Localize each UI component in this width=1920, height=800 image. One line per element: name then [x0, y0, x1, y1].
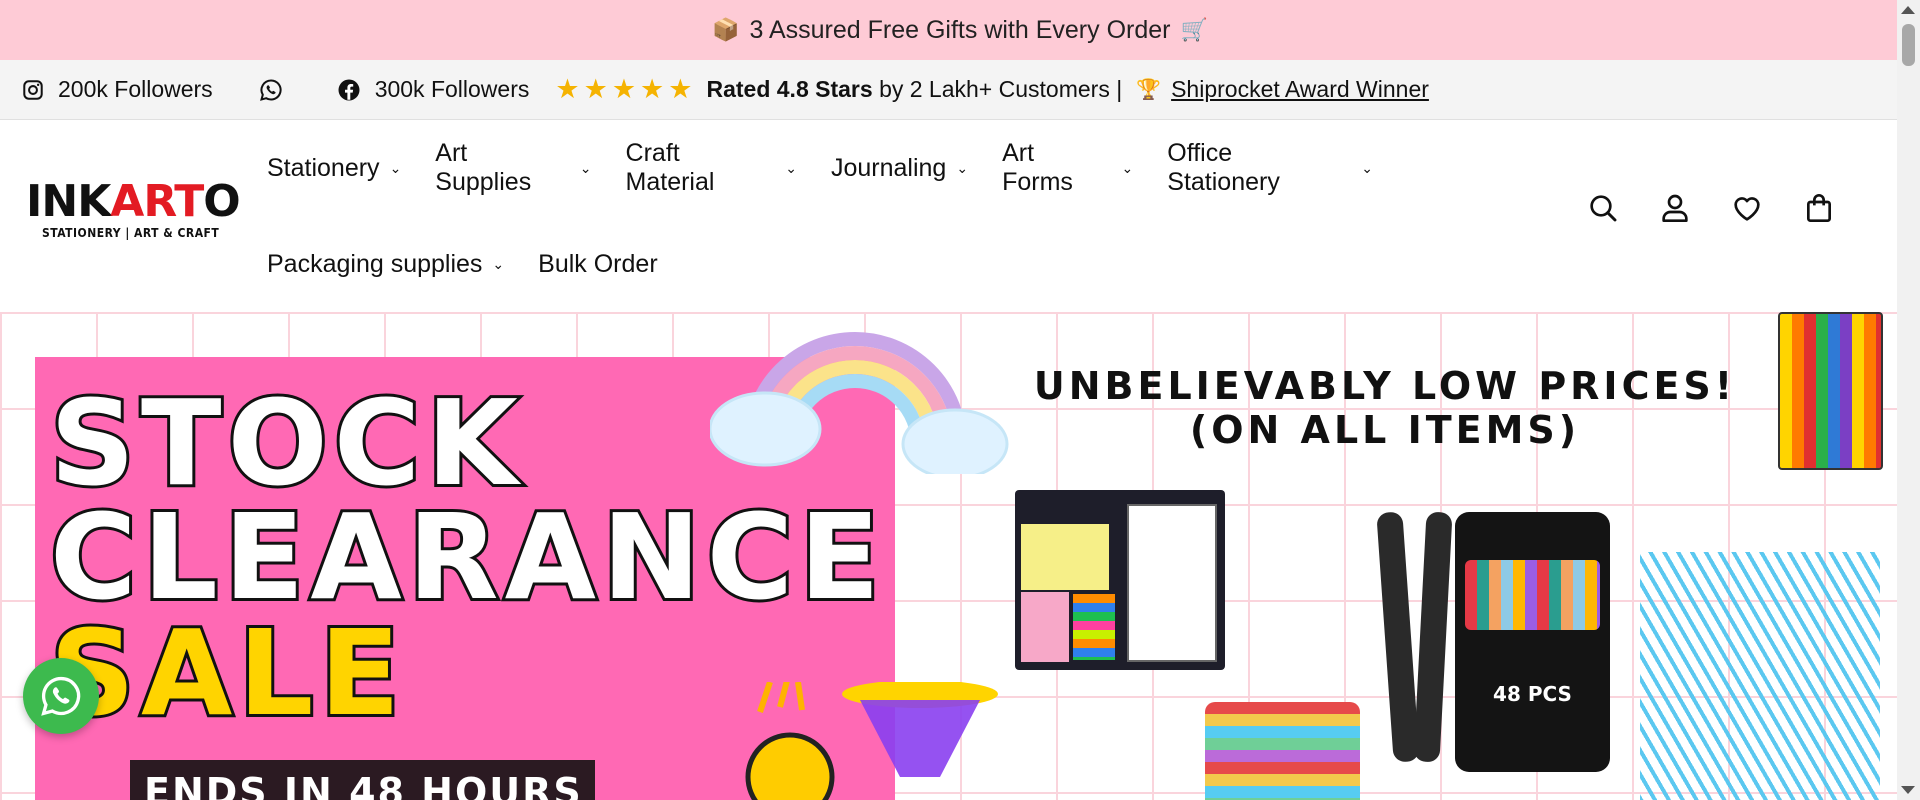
nav-item-stationery[interactable]: Stationery ⌄: [267, 154, 401, 183]
hero-title-line-3: SALE: [47, 601, 407, 745]
pipe-cleaner-image: [1640, 552, 1880, 800]
instagram-icon: [23, 79, 43, 100]
announcement-bar: 📦 3 Assured Free Gifts with Every Order …: [0, 0, 1920, 60]
marker-set-label: 48 PCS: [1493, 682, 1572, 706]
rating-bold: Rated 4.8 Stars: [706, 76, 873, 102]
hero-ends-banner: ENDS IN 48 HOURS: [130, 760, 595, 800]
marker-set-bag-image: 48 PCS: [1455, 512, 1610, 772]
announcement-text: 3 Assured Free Gifts with Every Order: [749, 15, 1171, 44]
nav-row-2: Packaging supplies ⌄ Bulk Order: [267, 216, 1407, 312]
whatsapp-icon: [41, 676, 81, 716]
whatsapp-icon: [259, 78, 282, 101]
nav-item-art-forms[interactable]: Art Forms ⌄: [1002, 139, 1133, 197]
instagram-link[interactable]: 200k Followers: [22, 76, 213, 103]
star-icon: ★: [583, 74, 608, 104]
hero-headline-line-1: UNBELIEVABLY LOW PRICES!: [1033, 364, 1737, 408]
scroll-down-arrow-icon[interactable]: [1901, 786, 1915, 794]
trophy-icon: 🏆: [1136, 79, 1162, 101]
watercolor-palette-image: [1778, 312, 1883, 470]
scroll-thumb[interactable]: [1902, 24, 1915, 66]
scroll-up-arrow-icon[interactable]: [1901, 6, 1915, 14]
facebook-link[interactable]: 300k Followers: [337, 76, 530, 103]
chevron-down-icon: ⌄: [579, 159, 592, 176]
nav-item-journaling[interactable]: Journaling ⌄: [831, 154, 968, 183]
facebook-followers: 300k Followers: [374, 76, 530, 102]
site-header: INKARTO STATIONERY | ART & CRAFT Station…: [0, 120, 1897, 312]
instagram-followers: 200k Followers: [58, 76, 213, 102]
hero-banner[interactable]: STOCK CLEARANCE SALE ENDS IN 48 HOURS UN…: [0, 312, 1897, 800]
star-icon: ★: [555, 74, 580, 104]
chevron-down-icon: ⌄: [785, 159, 797, 176]
rating-rest: by 2 Lakh+ Customers |: [879, 76, 1123, 102]
logo-wordmark: INKARTO: [26, 176, 241, 227]
search-icon[interactable]: [1587, 192, 1619, 224]
facebook-icon: [338, 79, 360, 100]
wishlist-heart-icon[interactable]: [1731, 192, 1763, 224]
whatsapp-link[interactable]: [259, 78, 297, 102]
marker-pen-image: [1413, 511, 1453, 763]
rating-text: Rated 4.8 Stars by 2 Lakh+ Customers |: [706, 76, 1122, 103]
washi-tape-image: [1205, 702, 1360, 800]
star-icon: ★: [611, 74, 637, 104]
cart-bag-icon[interactable]: [1803, 192, 1835, 224]
hero-headline-line-2: (ON ALL ITEMS): [1189, 408, 1581, 452]
logo[interactable]: INKARTO STATIONERY | ART & CRAFT: [26, 176, 241, 241]
chevron-down-icon: ⌄: [1361, 159, 1373, 176]
star-icon: ★: [640, 74, 665, 104]
social-bar: 200k Followers 300k Followers ★ ★ ★ ★ ★ …: [0, 60, 1897, 120]
whatsapp-chat-button[interactable]: [23, 658, 99, 734]
chevron-down-icon: ⌄: [492, 255, 505, 272]
marker-pen-image: [1376, 511, 1420, 763]
page-scrollbar[interactable]: [1897, 0, 1920, 800]
hero-headline: UNBELIEVABLY LOW PRICES! (ON ALL ITEMS): [1010, 364, 1760, 452]
chevron-down-icon: ⌄: [389, 159, 402, 176]
star-icon: ★: [668, 74, 693, 104]
nav-item-art-supplies[interactable]: Art Supplies ⌄: [435, 139, 591, 197]
package-emoji-icon: 📦: [712, 17, 740, 42]
cart-emoji-icon: 🛒: [1180, 17, 1208, 42]
nav-item-packaging-supplies[interactable]: Packaging supplies ⌄: [267, 250, 504, 279]
logo-tagline: STATIONERY | ART & CRAFT: [42, 226, 220, 240]
nav-item-craft-material[interactable]: Craft Material ⌄: [626, 139, 797, 197]
nav-row-1: Stationery ⌄ Art Supplies ⌄ Craft Material…: [267, 120, 1407, 216]
award-link[interactable]: Shiprocket Award Winner: [1171, 76, 1429, 103]
account-icon[interactable]: [1659, 192, 1691, 224]
rainbow-cloud-icon: [710, 332, 1009, 474]
chevron-down-icon: ⌄: [956, 159, 969, 176]
nav-item-bulk-order[interactable]: Bulk Order: [538, 250, 657, 279]
alarm-clock-hourglass-icon: [745, 682, 998, 800]
header-icons: [1547, 192, 1835, 224]
main-nav: Stationery ⌄ Art Supplies ⌄ Craft Material…: [267, 120, 1407, 312]
planner-organizer-image: [1015, 490, 1225, 670]
chevron-down-icon: ⌄: [1121, 159, 1134, 176]
rating-stars: ★ ★ ★ ★ ★: [555, 76, 696, 103]
nav-item-office-stationery[interactable]: Office Stationery ⌄: [1167, 139, 1373, 197]
